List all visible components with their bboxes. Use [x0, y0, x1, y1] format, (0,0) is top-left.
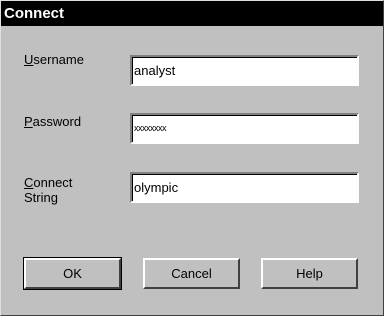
- username-label: Username: [24, 52, 84, 67]
- connect-string-label-text: onnect: [33, 175, 73, 190]
- username-label-text: sername: [33, 52, 84, 67]
- username-label-accelerator: U: [24, 52, 34, 67]
- help-button-label: Help: [296, 266, 323, 281]
- cancel-button-label: Cancel: [171, 266, 212, 281]
- connect-string-label: Connect String: [24, 175, 72, 205]
- username-field[interactable]: analyst: [130, 55, 359, 86]
- connect-string-field[interactable]: olympic: [130, 172, 359, 203]
- connect-dialog: Connect Username analyst Password xxxxxx…: [0, 0, 384, 316]
- password-field[interactable]: xxxxxxxx: [130, 113, 359, 144]
- username-value: analyst: [134, 63, 176, 78]
- ok-button-label: OK: [63, 266, 82, 281]
- ok-button[interactable]: OK: [23, 257, 122, 290]
- connect-string-label-accelerator: C: [24, 175, 34, 190]
- password-label-accelerator: P: [24, 114, 33, 129]
- password-label-text: assword: [32, 114, 82, 129]
- password-value: xxxxxxxx: [134, 123, 167, 133]
- connect-string-value: olympic: [134, 180, 179, 195]
- connect-string-label-line1: Connect: [24, 175, 72, 190]
- title-bar[interactable]: Connect: [1, 1, 383, 26]
- cancel-button[interactable]: Cancel: [143, 258, 240, 289]
- connect-string-label-line2: String: [24, 190, 58, 205]
- password-label: Password: [24, 114, 81, 129]
- help-button[interactable]: Help: [261, 258, 358, 289]
- dialog-title: Connect: [4, 5, 64, 22]
